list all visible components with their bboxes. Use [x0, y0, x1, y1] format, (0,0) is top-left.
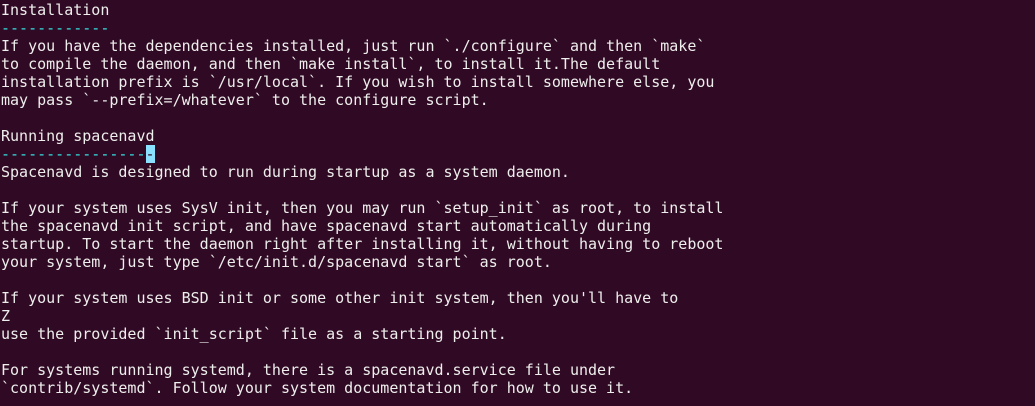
text-line: Installation	[1, 1, 110, 19]
text-line: to compile the daemon, and then `make in…	[1, 55, 661, 73]
text-line: Spacenavd is designed to run during star…	[1, 163, 570, 181]
heading-underline: ----------------	[1, 145, 146, 163]
text-line: For systems running systemd, there is a …	[1, 361, 616, 379]
text-line: If your system uses BSD init or some oth…	[1, 289, 679, 307]
text-line: installation prefix is `/usr/local`. If …	[1, 73, 715, 91]
text-line: Z	[1, 307, 11, 325]
text-line: your system, just type `/etc/init.d/spac…	[1, 253, 552, 271]
text-line: startup. To start the daemon right after…	[1, 235, 724, 253]
text-line: the spacenavd init script, and have spac…	[1, 217, 652, 235]
text-line: Running spacenavd	[1, 127, 155, 145]
text-line: If you have the dependencies installed, …	[1, 37, 706, 55]
text-line: `contrib/systemd`. Follow your system do…	[1, 379, 634, 397]
text-line: use the provided `init_script` file as a…	[1, 325, 507, 343]
heading-underline-with-cursor: -----------------	[1, 145, 155, 163]
text-line: may pass `--prefix=/whatever` to the con…	[1, 91, 489, 109]
text-line: If your system uses SysV init, then you …	[1, 199, 724, 217]
terminal-editor[interactable]: Installation ------------ If you have th…	[0, 0, 1035, 406]
text-cursor[interactable]: -	[145, 145, 155, 163]
heading-underline: ------------	[1, 19, 110, 37]
